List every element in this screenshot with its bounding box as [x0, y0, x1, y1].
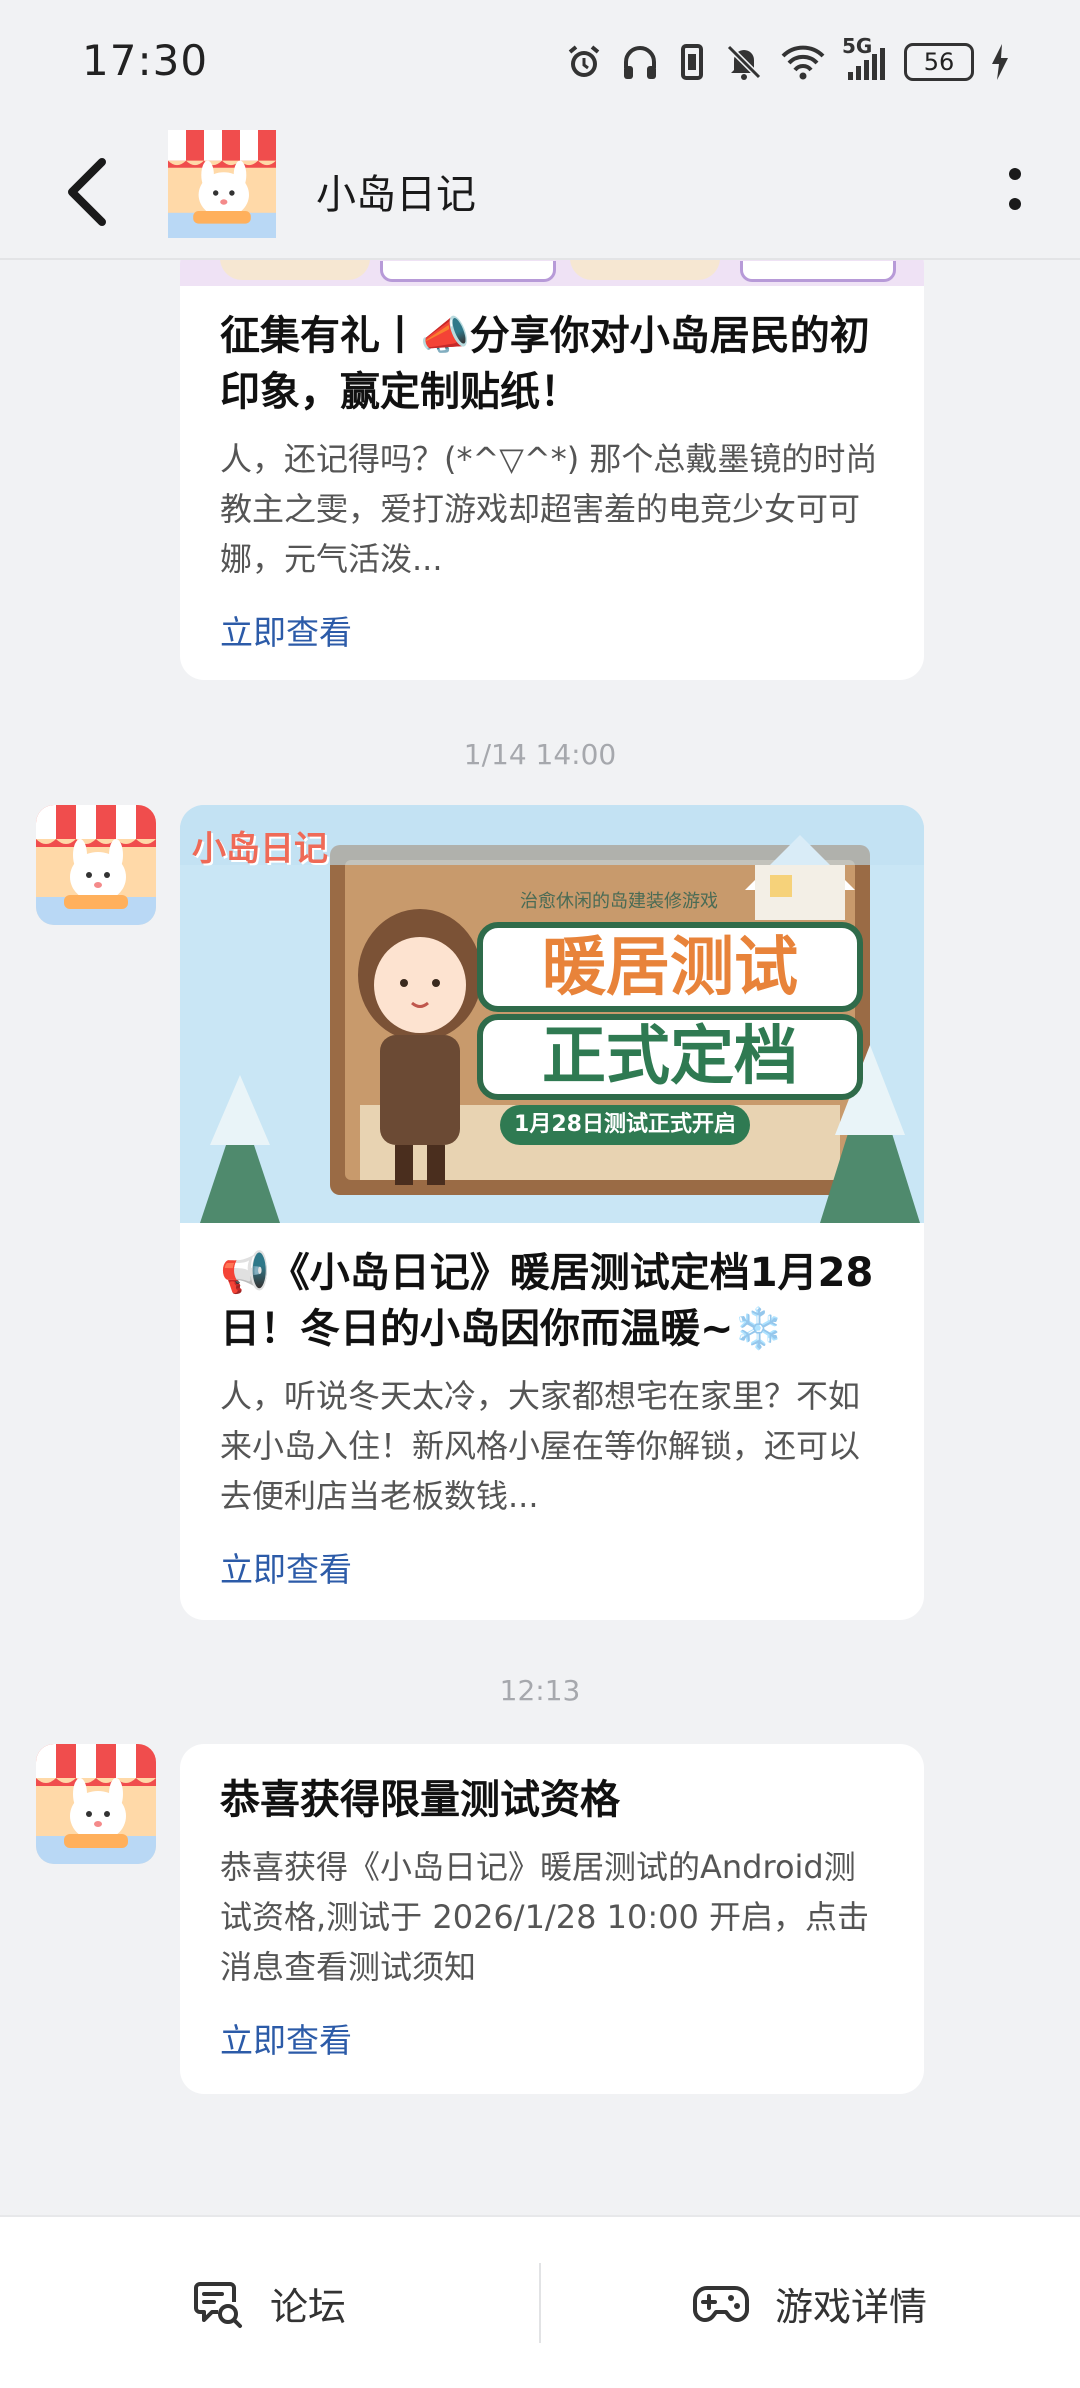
forum-button[interactable]: 论坛: [0, 2217, 538, 2388]
game-details-button[interactable]: 游戏详情: [541, 2217, 1079, 2388]
more-vertical-icon: [1009, 168, 1021, 210]
bottom-nav: 论坛 游戏详情: [0, 2215, 1080, 2388]
forum-label: 论坛: [269, 2285, 346, 2329]
app-logo-icon: [168, 130, 276, 238]
message-banner-strip: [180, 260, 924, 286]
message-card[interactable]: 小岛日记 治愈休闲的岛建装修游戏 暖居测试 正式定档 1月28日测试正式开启 📢…: [180, 805, 924, 1620]
message-card[interactable]: 征集有礼丨📣分享你对小岛居民的初印象，赢定制贴纸！ 人，还记得吗？(*^▽^*)…: [180, 260, 924, 680]
chat-search-icon: [193, 2281, 242, 2328]
mute-icon: [724, 42, 764, 82]
battery-level: 56: [923, 48, 955, 76]
message-description: 人，还记得吗？(*^▽^*) 那个总戴墨镜的时尚教主之雯，爱打游戏却超害羞的电竞…: [220, 440, 878, 578]
message-timestamp: 12:13: [499, 1674, 581, 1707]
banner-date-ribbon: 1月28日测试正式开启: [514, 1112, 736, 1137]
view-now-link[interactable]: 立即查看: [220, 2014, 884, 2062]
banner-subtitle: 治愈休闲的岛建装修游戏: [520, 891, 718, 912]
status-time: 17:30: [82, 36, 209, 85]
page: 17:30 5G 56 小岛日记 征集有礼丨📣分享你对小岛居民的初印象，赢定制贴…: [0, 0, 1080, 2388]
battery-icon: 56: [904, 43, 974, 81]
chat-title: 小岛日记: [316, 172, 476, 218]
message-title: 📢《小岛日记》暖居测试定档1月28日！冬日的小岛因你而温暖~❄️: [220, 1250, 874, 1352]
sender-avatar[interactable]: [36, 1744, 156, 1864]
status-icons: 5G 56: [564, 34, 1010, 84]
signal-icon: 5G: [842, 34, 888, 82]
message-description: 恭喜获得《小岛日记》暖居测试的Android测试资格,测试于 2026/1/28…: [220, 1848, 869, 1986]
banner-headline-1: 暖居测试: [542, 931, 798, 1005]
message-banner-image[interactable]: 小岛日记 治愈休闲的岛建装修游戏 暖居测试 正式定档 1月28日测试正式开启: [180, 805, 924, 1223]
banner-logo: 小岛日记: [192, 829, 328, 869]
app-logo-icon: [36, 805, 156, 925]
message-title: 征集有礼丨📣分享你对小岛居民的初印象，赢定制贴纸！: [220, 313, 870, 415]
charging-icon: [990, 42, 1010, 82]
game-details-label: 游戏详情: [774, 2285, 927, 2329]
view-now-link[interactable]: 立即查看: [220, 1543, 884, 1591]
alarm-icon: [564, 42, 604, 82]
message-body: 📢《小岛日记》暖居测试定档1月28日！冬日的小岛因你而温暖~❄️ 人，听说冬天太…: [180, 1223, 924, 1591]
network-type: 5G: [842, 34, 873, 58]
message-list[interactable]: 征集有礼丨📣分享你对小岛居民的初印象，赢定制贴纸！ 人，还记得吗？(*^▽^*)…: [0, 260, 1080, 2215]
message-description: 人，听说冬天太冷，大家都想宅在家里？不如来小岛入住！新风格小屋在等你解锁，还可以…: [220, 1377, 861, 1515]
vibrate-icon: [676, 42, 708, 82]
headphones-icon: [620, 42, 660, 82]
message-title: 恭喜获得限量测试资格: [220, 1777, 620, 1823]
app-logo-icon: [36, 1744, 156, 1864]
message-card[interactable]: 恭喜获得限量测试资格 恭喜获得《小岛日记》暖居测试的Android测试资格,测试…: [180, 1744, 924, 2094]
more-options-button[interactable]: [990, 156, 1040, 226]
chevron-left-icon: [68, 158, 106, 226]
app-icon[interactable]: [168, 130, 276, 238]
back-button[interactable]: [60, 152, 120, 232]
sender-avatar[interactable]: [36, 805, 156, 925]
wifi-icon: [780, 42, 826, 82]
message-body: 恭喜获得限量测试资格 恭喜获得《小岛日记》暖居测试的Android测试资格,测试…: [180, 1744, 924, 2062]
message-timestamp: 1/14 14:00: [463, 738, 617, 771]
banner-headline-2: 正式定档: [542, 1020, 798, 1094]
view-now-link[interactable]: 立即查看: [220, 606, 884, 654]
chat-header: 小岛日记: [0, 130, 1080, 260]
gamepad-icon: [692, 2285, 749, 2322]
status-bar: 17:30 5G 56: [0, 0, 1080, 130]
message-body: 征集有礼丨📣分享你对小岛居民的初印象，赢定制贴纸！ 人，还记得吗？(*^▽^*)…: [180, 286, 924, 654]
